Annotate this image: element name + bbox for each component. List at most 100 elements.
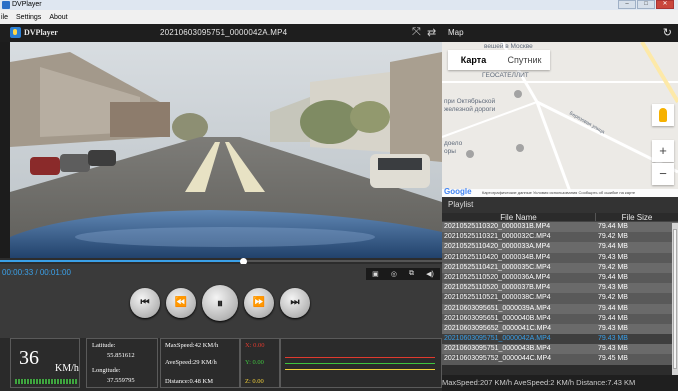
video-frame[interactable]	[10, 42, 442, 260]
time-separator: /	[33, 268, 40, 277]
minimize-button[interactable]: –	[618, 0, 636, 9]
speed-meter	[15, 379, 77, 384]
zoom-out-button[interactable]: −	[652, 163, 674, 185]
menu-about[interactable]: About	[48, 14, 68, 21]
gsensor-z: Z: 0.00	[245, 378, 264, 385]
time-readout: 00:00:33 / 00:01:00	[2, 268, 71, 277]
file-name-cell: 20210525110520_0000036A.MP4	[444, 273, 551, 281]
volume-icon[interactable]: ◀)	[426, 270, 434, 278]
playlist-row[interactable]: 20210525110520_0000037B.MP4 79.43 MB	[442, 283, 678, 294]
gsensor-x: X: 0.00	[245, 342, 265, 349]
file-name-cell: 20210603095651_0000039A.MP4	[444, 304, 551, 312]
previous-button[interactable]: ⏮	[130, 288, 160, 318]
file-size-cell: 79.44 MB	[598, 314, 628, 322]
file-name-cell: 20210603095652_0000041C.MP4	[444, 324, 552, 332]
fast-forward-button[interactable]: ⏩	[244, 288, 274, 318]
gsensor-graph	[280, 338, 442, 388]
file-name-cell: 20210525110320_0000031B.MP4	[444, 223, 551, 230]
gps-box: Latitude: 55.851612 Longitude: 37.559795	[86, 338, 158, 388]
playlist-row[interactable]: 20210603095651_0000039A.MP4 79.44 MB	[442, 303, 678, 314]
next-button[interactable]: ⏭	[280, 288, 310, 318]
swap-icon[interactable]: ⇄	[427, 26, 436, 39]
snapshot-icon[interactable]: ▣	[372, 270, 379, 278]
map-header: Map ↻	[442, 24, 678, 42]
file-name-cell: 20210525110420_0000033A.MP4	[444, 243, 551, 251]
menu-file[interactable]: ile	[0, 14, 9, 21]
gsensor-y-line	[285, 363, 435, 364]
total-time: 00:01:00	[39, 268, 71, 277]
window-title: DVPlayer	[12, 1, 42, 8]
close-button[interactable]: ✕	[656, 0, 674, 9]
playlist-row[interactable]: 20210603095751_0000042A.MP4 79.43 MB	[442, 334, 678, 345]
playlist-row[interactable]: 20210525110521_0000038C.MP4 79.42 MB	[442, 293, 678, 304]
maximize-button[interactable]: □	[637, 0, 655, 9]
map-label: доело	[444, 140, 463, 147]
map-type-map[interactable]: Карта	[448, 50, 499, 70]
playlist-row[interactable]: 20210525110321_0000032C.MP4 79.42 MB	[442, 232, 678, 243]
playlist-row[interactable]: 20210603095752_0000044C.MP4 79.45 MB	[442, 354, 678, 365]
window-icon[interactable]: ⧉	[409, 270, 414, 278]
menu-bar: ile Settings About	[0, 10, 678, 24]
file-size-cell: 79.43 MB	[598, 284, 628, 292]
playlist-row[interactable]: 20210525110420_0000034B.MP4 79.43 MB	[442, 252, 678, 263]
map-footer: Картографические данные Условия использо…	[442, 189, 678, 197]
playlist-header: File Name File Size	[442, 213, 678, 222]
telemetry-panel: 36 KM/h Latitude: 55.851612 Longitude: 3…	[0, 338, 442, 391]
fullscreen-icon[interactable]: ⤧	[412, 26, 421, 39]
map-type-toggle: Карта Спутник	[448, 50, 550, 70]
refresh-icon[interactable]: ↻	[663, 26, 672, 39]
file-size-cell: 79.42 MB	[598, 294, 628, 302]
playlist-title: Playlist	[442, 197, 678, 213]
map-view[interactable]: Карта Спутник вешей в Москве ГЕОСАТЕЛЛИТ…	[442, 42, 678, 197]
file-size-cell: 79.44 MB	[598, 304, 628, 312]
window-titlebar: DVPlayer – □ ✕	[0, 0, 678, 10]
playlist-stats-text: MaxSpeed:207 KM/h AveSpeed:2 KM/h Distan…	[442, 378, 636, 387]
playlist-row[interactable]: 20210603095652_0000041C.MP4 79.43 MB	[442, 323, 678, 335]
playlist-stats: MaxSpeed:207 KM/h AveSpeed:2 KM/h Distan…	[442, 375, 678, 391]
map-label: железной дороги	[444, 106, 496, 113]
latitude-label: Latitude:	[92, 342, 116, 349]
file-size-cell: 79.43 MB	[598, 335, 628, 343]
gsensor-y: Y: 0.00	[245, 359, 264, 366]
file-size-cell: 79.44 MB	[598, 273, 628, 281]
file-name-cell: 20210525110520_0000037B.MP4	[444, 284, 551, 292]
playlist-row[interactable]: 20210525110320_0000031B.MP4 79.44 MB	[442, 222, 678, 233]
pegman-icon[interactable]	[652, 104, 674, 126]
max-speed: MaxSpeed:42 KM/h	[165, 342, 219, 349]
playlist-row[interactable]: 20210603095751_0000043B.MP4 79.43 MB	[442, 344, 678, 355]
pause-button[interactable]: ⏸	[202, 285, 238, 321]
rotate-icon[interactable]: ◎	[391, 270, 397, 278]
file-size-cell: 79.44 MB	[598, 223, 628, 230]
menu-settings[interactable]: Settings	[15, 14, 42, 21]
column-file-size[interactable]: File Size	[596, 213, 678, 222]
file-size-cell: 79.42 MB	[598, 263, 628, 271]
map-type-satellite[interactable]: Спутник	[499, 50, 550, 70]
trip-stats-box: MaxSpeed:42 KM/h AveSpeed:29 KM/h Distan…	[160, 338, 240, 388]
file-name-cell: 20210603095751_0000043B.MP4	[444, 345, 551, 353]
gsensor-box: X: 0.00 Y: 0.00 Z: 0.00	[240, 338, 280, 388]
file-size-cell: 79.43 MB	[598, 253, 628, 261]
rewind-button[interactable]: ⏪	[166, 288, 196, 318]
speed-unit: KM/h	[55, 363, 79, 374]
file-size-cell: 79.45 MB	[598, 355, 628, 363]
video-tools: ▣ ◎ ⧉ ◀)	[366, 268, 440, 280]
map-label: ГЕОСАТЕЛЛИТ	[482, 72, 529, 79]
playlist-row[interactable]: 20210525110421_0000035C.MP4 79.42 MB	[442, 262, 678, 273]
file-name-cell: 20210525110321_0000032C.MP4	[444, 233, 551, 241]
google-logo: Google	[444, 187, 472, 196]
map-label: при Октябрьской	[444, 98, 496, 105]
column-file-name[interactable]: File Name	[442, 213, 596, 222]
file-name-cell: 20210525110420_0000034B.MP4	[444, 253, 551, 261]
playlist-row[interactable]: 20210525110520_0000036A.MP4 79.44 MB	[442, 272, 678, 284]
file-size-cell: 79.42 MB	[598, 233, 628, 241]
playlist-row[interactable]: 20210603095651_0000040B.MP4 79.44 MB	[442, 313, 678, 324]
longitude-value: 37.559795	[107, 377, 135, 384]
playlist-scrollbar[interactable]	[672, 223, 678, 375]
gsensor-x-line	[285, 357, 435, 358]
zoom-in-button[interactable]: +	[652, 140, 674, 162]
playlist-table: File Name File Size 20210525110320_00000…	[442, 213, 678, 375]
map-label: оры	[444, 148, 456, 155]
scrollbar-thumb[interactable]	[673, 229, 677, 369]
speed-box: 36 KM/h	[10, 338, 80, 388]
playlist-row[interactable]: 20210525110420_0000033A.MP4 79.44 MB	[442, 242, 678, 253]
